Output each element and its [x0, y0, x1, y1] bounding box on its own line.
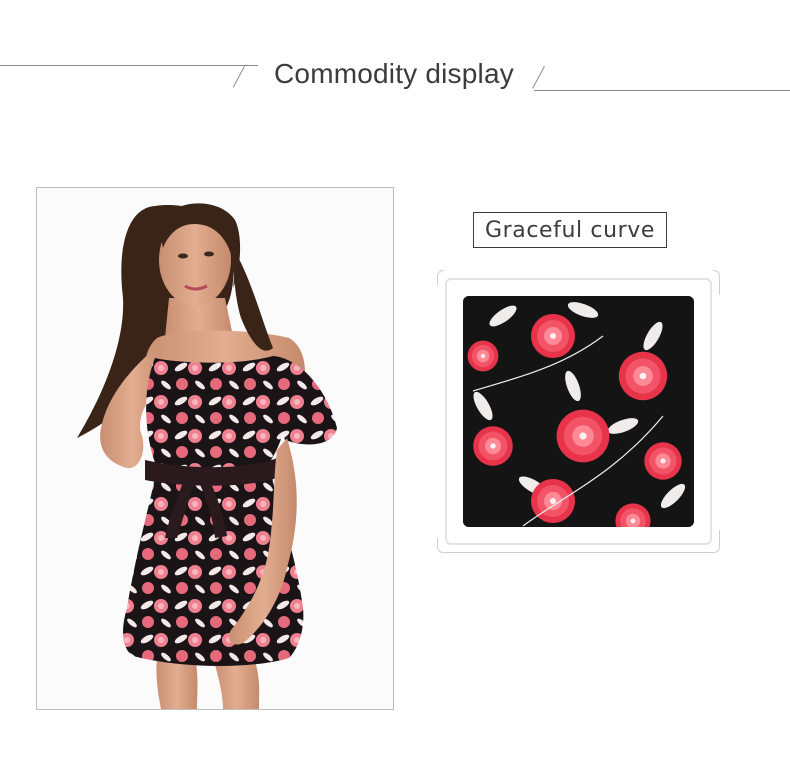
- section-title: Commodity display: [274, 58, 514, 89]
- frame-tick-left: [437, 285, 440, 538]
- frame-tick-right: [717, 295, 720, 530]
- model-photo: [36, 187, 394, 710]
- header-slash-left: [232, 66, 245, 88]
- model-illustration: [37, 188, 393, 709]
- header-rule-right: [534, 90, 790, 91]
- feature-caption: Graceful curve: [484, 217, 656, 243]
- header-slash-right: [532, 66, 545, 89]
- feature-caption-box: Graceful curve: [473, 212, 667, 248]
- header-rule-left: [0, 65, 258, 66]
- fabric-closeup: [463, 296, 694, 527]
- fabric-print: [463, 296, 694, 527]
- frame-tick-top: [444, 270, 713, 273]
